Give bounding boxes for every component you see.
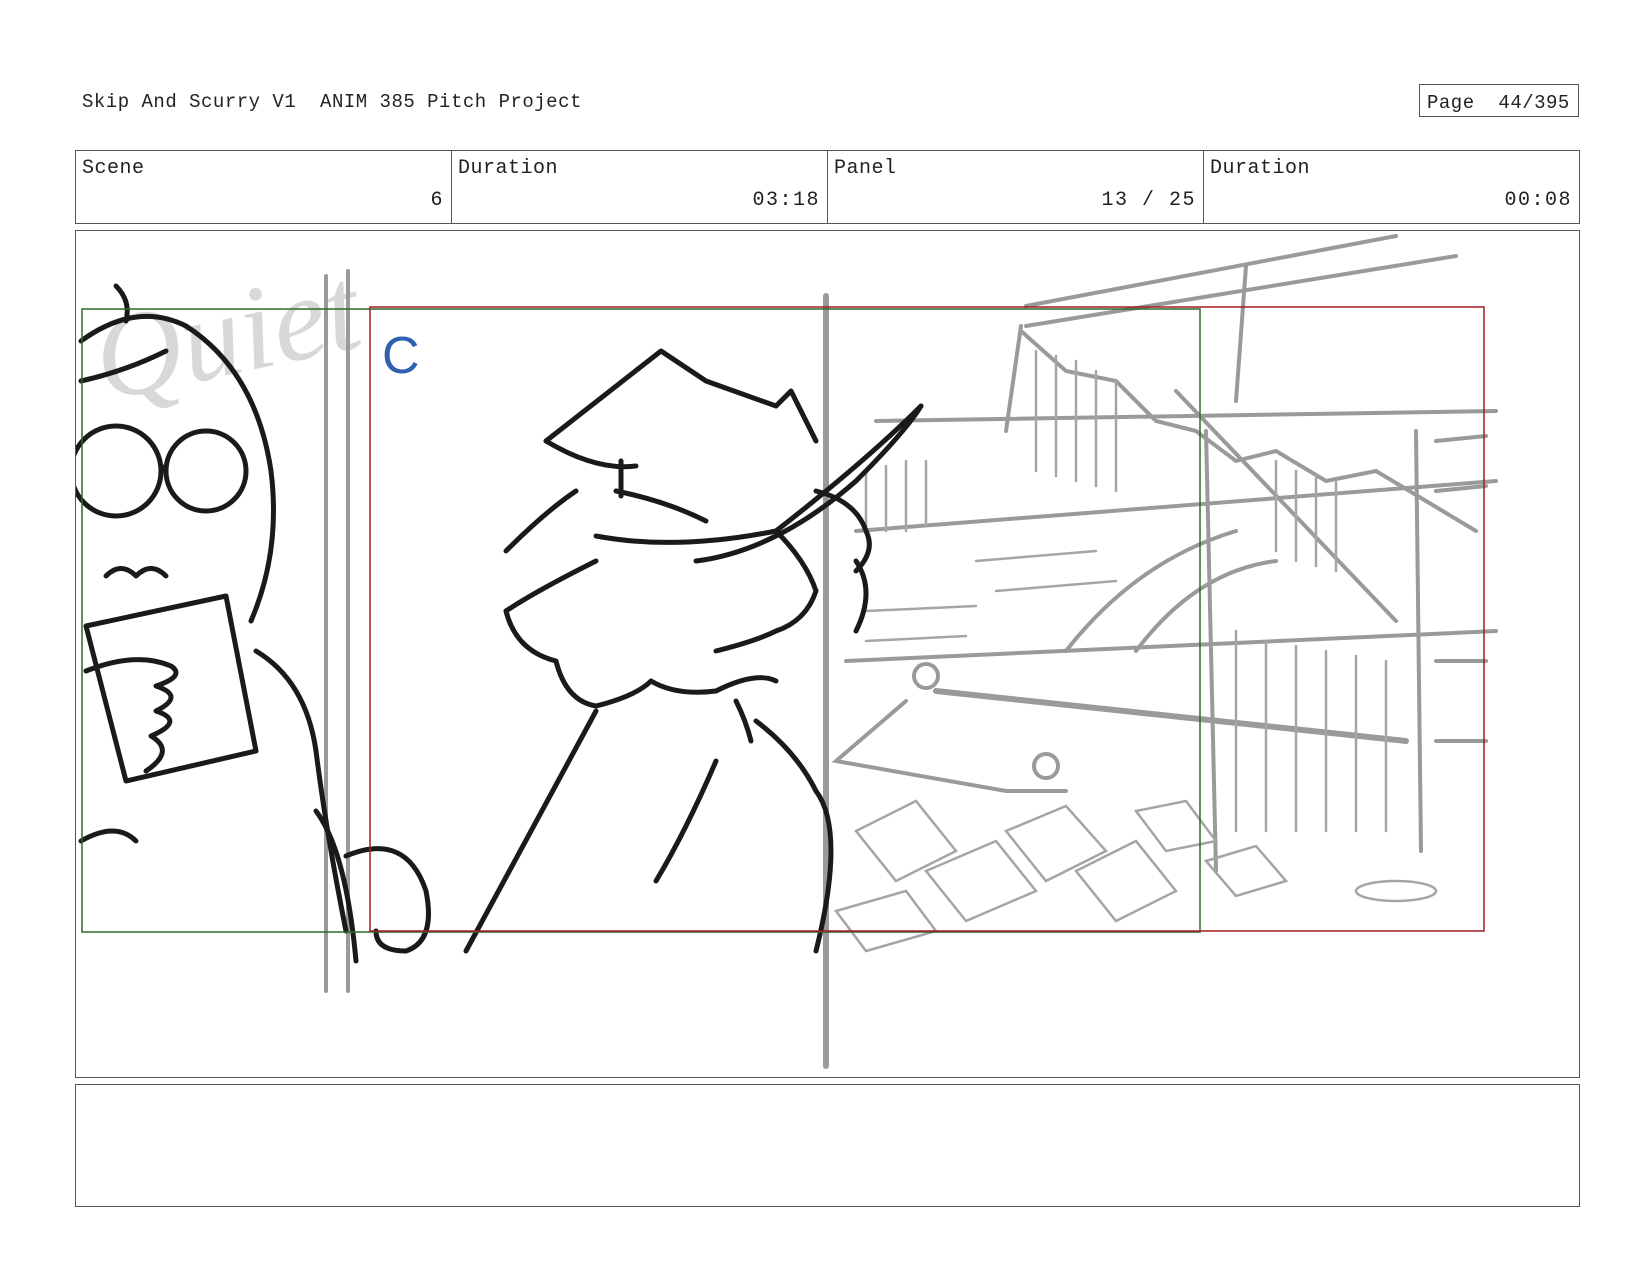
watermark-text: Quiet [82, 240, 373, 426]
scene-label: Scene [82, 157, 145, 180]
panel-value: 13 / 25 [1101, 189, 1196, 212]
document-title: Skip And Scurry V1 ANIM 385 Pitch Projec… [82, 91, 582, 113]
scene-duration-value: 03:18 [752, 189, 820, 212]
page-label: Page [1427, 92, 1475, 114]
scene-duration-label: Duration [458, 157, 559, 180]
camera-frame-end [369, 306, 1485, 932]
panel-duration-value: 00:08 [1504, 189, 1572, 212]
panel-duration-label: Duration [1210, 157, 1311, 180]
panel-notes-box [75, 1084, 1580, 1207]
panel-cell: Panel 13 / 25 [828, 151, 1204, 223]
panel-duration-cell: Duration 00:08 [1204, 151, 1579, 223]
character-witch [463, 348, 924, 954]
page-number: 44/395 [1498, 92, 1570, 114]
scene-value: 6 [430, 189, 444, 212]
camera-label: C [382, 327, 420, 385]
storyboard-sketch: Quiet C [76, 234, 1498, 1069]
page-indicator: Page 44/395 [1419, 84, 1579, 117]
scene-cell: Scene 6 [76, 151, 452, 223]
panel-info-row: Scene 6 Duration 03:18 Panel 13 / 25 Dur… [75, 150, 1580, 224]
background-building [324, 234, 1498, 1069]
storyboard-panel: Quiet C [75, 230, 1580, 1078]
scene-duration-cell: Duration 03:18 [452, 151, 828, 223]
panel-label: Panel [834, 157, 897, 180]
